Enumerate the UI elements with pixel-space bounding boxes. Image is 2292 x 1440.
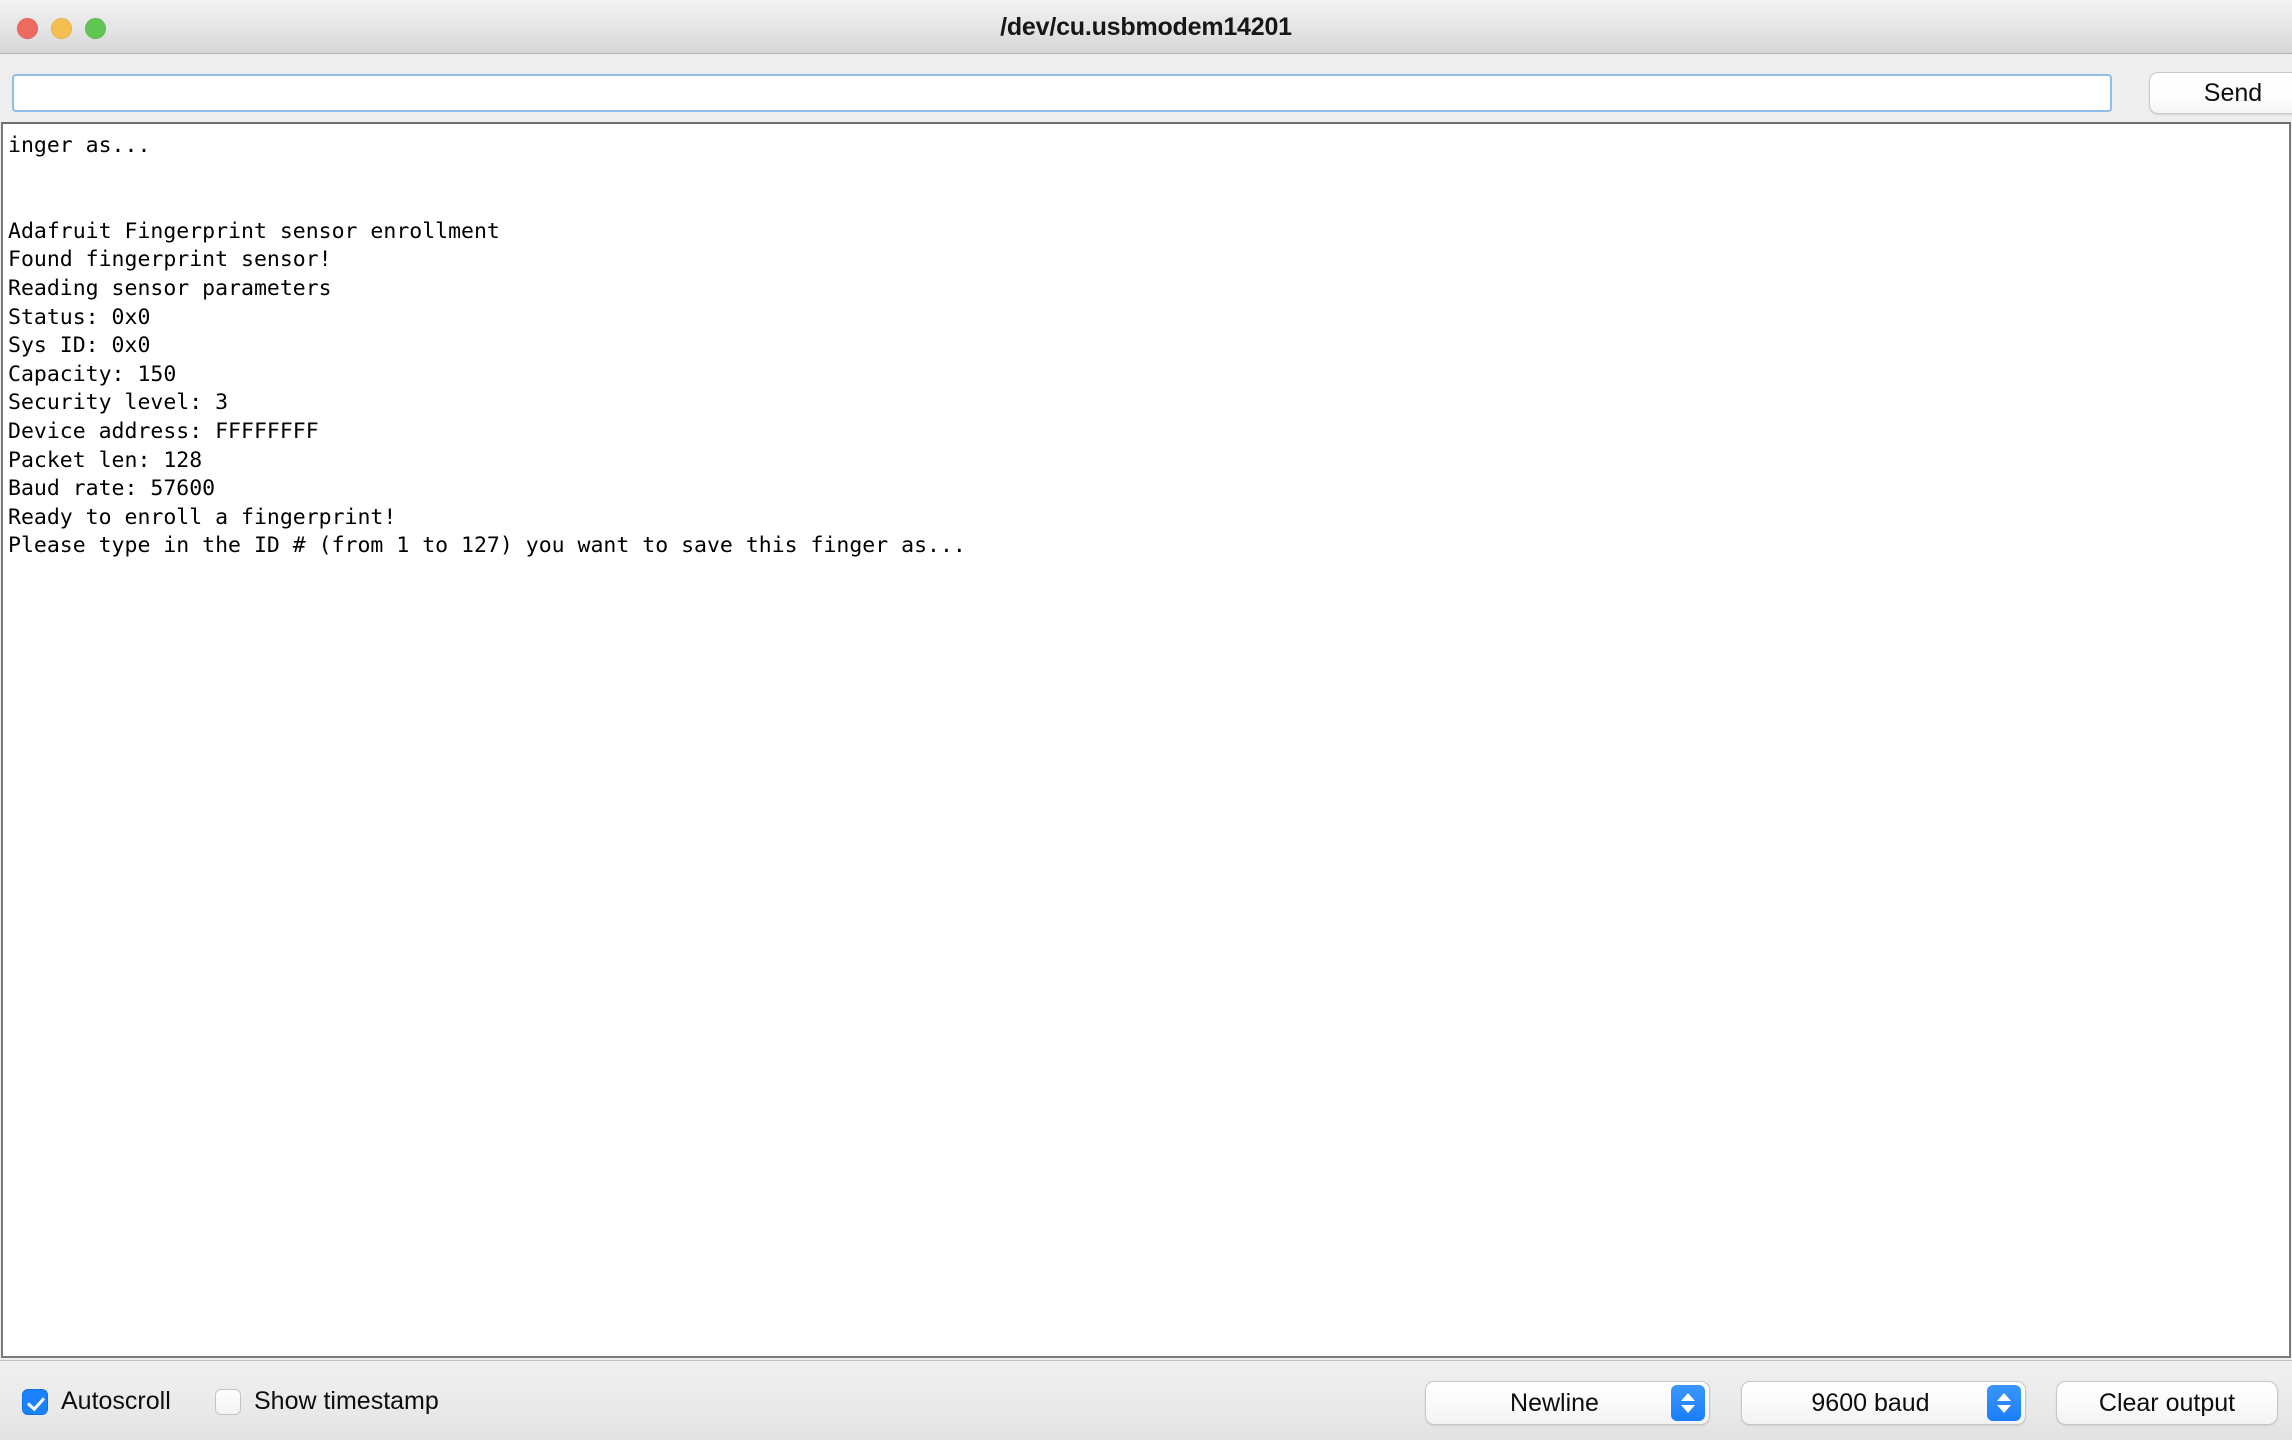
send-toolbar: Send [0,55,2292,115]
serial-send-input[interactable] [12,74,2112,112]
status-bar: Autoscroll Show timestamp Newline 9600 b… [0,1360,2292,1440]
show-timestamp-label: Show timestamp [254,1387,439,1415]
send-button[interactable]: Send [2149,72,2292,114]
title-bar: /dev/cu.usbmodem14201 [0,0,2292,54]
chevron-up-icon [1997,1393,2011,1401]
console-output-text: inger as... Adafruit Fingerprint sensor … [8,133,966,559]
chevron-down-icon [1681,1405,1695,1413]
clear-output-button[interactable]: Clear output [2056,1381,2278,1425]
line-ending-value: Newline [1510,1388,1599,1417]
chevron-down-icon [1997,1405,2011,1413]
autoscroll-checkbox-group[interactable]: Autoscroll [22,1387,171,1416]
baud-rate-value: 9600 baud [1811,1388,1930,1417]
console-output-panel[interactable]: inger as... Adafruit Fingerprint sensor … [1,122,2291,1358]
window-title: /dev/cu.usbmodem14201 [1000,13,1292,41]
show-timestamp-checkbox-group[interactable]: Show timestamp [215,1387,439,1416]
chevron-updown-icon[interactable] [1987,1385,2021,1421]
chevron-updown-icon[interactable] [1671,1385,1705,1421]
serial-monitor-window: /dev/cu.usbmodem14201 Send inger as... A… [0,0,2292,1440]
autoscroll-label: Autoscroll [61,1387,171,1415]
baud-rate-select[interactable]: 9600 baud [1741,1381,2026,1425]
show-timestamp-checkbox[interactable] [215,1388,241,1415]
chevron-up-icon [1681,1393,1695,1401]
autoscroll-checkbox[interactable] [22,1388,48,1415]
line-ending-select[interactable]: Newline [1425,1381,1710,1425]
